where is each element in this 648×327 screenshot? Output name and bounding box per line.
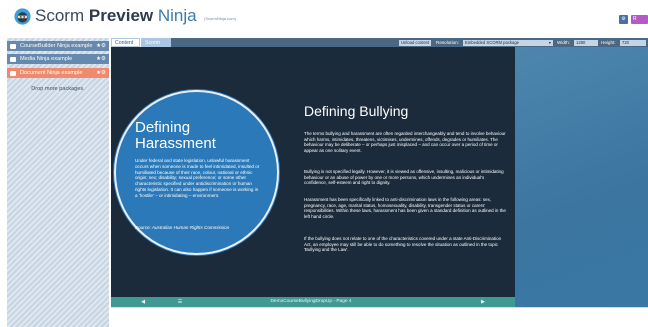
stage-footer	[111, 307, 648, 327]
star-gear-icon[interactable]: ★⚙	[96, 54, 106, 64]
prev-button[interactable]: ◀	[136, 297, 150, 307]
sidebar-item-media[interactable]: Media Ninja example ★⚙	[7, 54, 109, 64]
circle-source: Source: Australian Human Rights Commissi…	[135, 225, 230, 230]
menu-button[interactable]: ☰	[173, 297, 187, 307]
sidebar-item-label: Media Ninja example	[20, 56, 73, 62]
sidebar-item-coursebuilder[interactable]: CourseBuilder Ninja example ★⚙	[7, 41, 109, 51]
user-button[interactable]: R	[631, 15, 648, 24]
drop-hint: Drop more packages.	[31, 86, 85, 92]
app-subtitle: (ScormNinja.com)	[204, 16, 237, 21]
settings-button[interactable]: ⚙	[619, 15, 628, 24]
chevron-down-icon: ▾	[548, 39, 551, 45]
resolution-select[interactable]: Embedded SCORM package ▾	[463, 39, 553, 46]
sidebar-item-label: CourseBuilder Ninja example	[20, 43, 93, 49]
page-label: DemoCourseBullyingDropUp - Page 4	[270, 299, 352, 304]
menu-icon: ☰	[177, 299, 183, 305]
resolution-value: Embedded SCORM package	[465, 39, 519, 45]
slide-paragraph: If the bullying does not relate to one o…	[304, 236, 502, 253]
tab-scorm-log[interactable]: Scorm Log	[141, 38, 172, 55]
ninja-logo-icon	[14, 8, 31, 25]
sidebar-item-document[interactable]: Document Ninja example ★⚙	[7, 68, 109, 78]
user-button-label: R	[633, 16, 637, 22]
width-label: Width:	[557, 40, 571, 45]
preview-toolbar: Unload content Resolution: Embedded SCOR…	[171, 38, 648, 47]
app-title: Scorm Preview Ninja	[35, 6, 197, 25]
slide-nav-bar: ◀ ☰ DemoCourseBullyingDropUp - Page 4 ▶	[111, 297, 515, 307]
star-gear-icon[interactable]: ★⚙	[96, 68, 106, 78]
arrow-right-icon: ▶	[481, 299, 485, 305]
slide-paragraph: Harassment has been specifically linked …	[304, 197, 506, 219]
app-header: Scorm Preview Ninja (ScormNinja.com) ⚙ R	[0, 0, 648, 32]
harassment-circle: Defining Harassment Under federal and st…	[114, 90, 279, 255]
star-gear-icon[interactable]: ★⚙	[96, 41, 106, 51]
sidebar-item-label: Document Ninja example	[20, 70, 83, 76]
resolution-label: Resolution:	[436, 40, 459, 45]
gear-icon: ⚙	[621, 16, 626, 22]
package-sidebar: CourseBuilder Ninja example ★⚙ Media Nin…	[7, 38, 109, 327]
arrow-left-icon: ◀	[141, 299, 145, 305]
height-label: Height:	[601, 40, 616, 45]
scorm-slide: Defining Harassment Under federal and st…	[111, 47, 515, 297]
content-panel: Content Scorm Log Unload content Resolut…	[111, 38, 648, 327]
circle-title: Defining Harassment	[135, 119, 216, 152]
width-field[interactable]: 1280	[574, 39, 598, 46]
slide-title: Defining Bullying	[304, 103, 409, 119]
circle-text: Under federal and state legislation, unl…	[135, 158, 260, 198]
tab-content[interactable]: Content	[111, 38, 140, 47]
unload-button[interactable]: Unload content	[399, 39, 432, 46]
slide-paragraph: The terms bullying and harassment are of…	[304, 131, 506, 153]
folder-icon	[10, 70, 16, 76]
stage-background	[515, 47, 648, 307]
slide-paragraph: Bullying is not specified legally. Howev…	[304, 169, 504, 186]
folder-icon	[10, 56, 16, 62]
height-field[interactable]: 720	[620, 39, 646, 46]
next-button[interactable]: ▶	[476, 297, 490, 307]
folder-icon	[10, 43, 16, 49]
